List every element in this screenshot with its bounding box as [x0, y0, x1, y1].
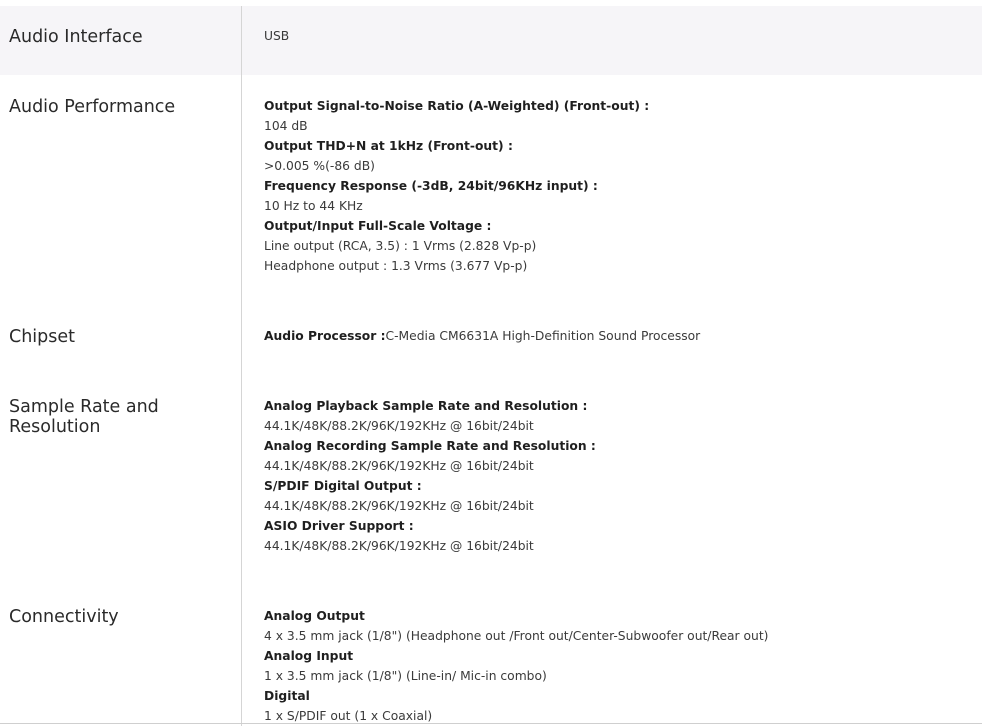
- spec-row-connectivity: Connectivity Analog Output 4 x 3.5 mm ja…: [0, 595, 982, 726]
- spec-heading: S/PDIF Digital Output :: [264, 479, 422, 493]
- spec-value: >0.005 %(-86 dB): [264, 159, 375, 173]
- spec-label: Connectivity: [9, 607, 119, 627]
- spec-heading: Analog Playback Sample Rate and Resoluti…: [264, 399, 588, 413]
- spec-value: Headphone output : 1.3 Vrms (3.677 Vp-p): [264, 259, 528, 273]
- spec-row-audio-interface: Audio Interface USB: [0, 6, 982, 75]
- spec-value: Line output (RCA, 3.5) : 1 Vrms (2.828 V…: [264, 239, 537, 253]
- spec-value: 44.1K/48K/88.2K/96K/192KHz @ 16bit/24bit: [264, 499, 534, 513]
- spec-row-chipset: Chipset Audio Processor :C-Media CM6631A…: [0, 315, 982, 385]
- spec-heading: Frequency Response (-3dB, 24bit/96KHz in…: [264, 179, 598, 193]
- spec-label: Sample Rate and Resolution: [9, 397, 159, 437]
- spec-label: Audio Interface: [9, 27, 143, 47]
- spec-value: 44.1K/48K/88.2K/96K/192KHz @ 16bit/24bit: [264, 459, 534, 473]
- spec-label: Chipset: [9, 327, 76, 347]
- spec-label-cell: Sample Rate and Resolution: [0, 385, 242, 595]
- spec-value: 4 x 3.5 mm jack (1/8") (Headphone out /F…: [264, 629, 769, 643]
- spec-row-audio-performance: Audio Performance Output Signal-to-Noise…: [0, 75, 982, 315]
- spec-value: 104 dB: [264, 119, 308, 133]
- spec-table: Audio Interface USB Audio Performance Ou…: [0, 6, 982, 726]
- spec-value: C-Media CM6631A High-Definition Sound Pr…: [385, 329, 701, 343]
- spec-heading: Audio Processor :: [264, 329, 386, 343]
- spec-heading: Digital: [264, 689, 310, 703]
- spec-value: 44.1K/48K/88.2K/96K/192KHz @ 16bit/24bit: [264, 539, 534, 553]
- spec-heading: Analog Recording Sample Rate and Resolut…: [264, 439, 596, 453]
- spec-label-cell: Connectivity: [0, 595, 242, 726]
- spec-heading: ASIO Driver Support :: [264, 519, 414, 533]
- spec-value: 44.1K/48K/88.2K/96K/192KHz @ 16bit/24bit: [264, 419, 534, 433]
- spec-heading: Output THD+N at 1kHz (Front-out) :: [264, 139, 513, 153]
- spec-row-sample-rate-resolution: Sample Rate and Resolution Analog Playba…: [0, 385, 982, 595]
- spec-heading: Output Signal-to-Noise Ratio (A-Weighted…: [264, 99, 650, 113]
- spec-value: 1 x 3.5 mm jack (1/8") (Line-in/ Mic-in …: [264, 669, 547, 683]
- spec-label: Audio Performance: [9, 97, 176, 117]
- spec-label-cell: Audio Performance: [0, 75, 242, 315]
- spec-value: USB: [264, 29, 290, 43]
- spec-label-cell: Audio Interface: [0, 6, 242, 75]
- bottom-divider: [0, 723, 982, 724]
- spec-heading: Analog Output: [264, 609, 365, 623]
- spec-value: 10 Hz to 44 KHz: [264, 199, 363, 213]
- spec-label-cell: Chipset: [0, 315, 242, 385]
- spec-heading: Output/Input Full-Scale Voltage :: [264, 219, 492, 233]
- spec-heading: Analog Input: [264, 649, 354, 663]
